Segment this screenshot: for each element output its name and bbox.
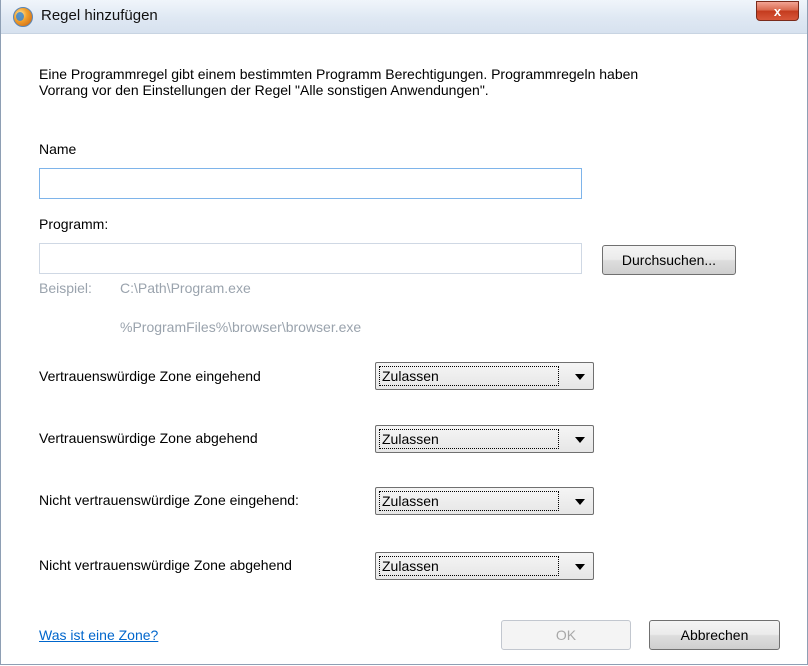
what-is-zone-link[interactable]: Was ist eine Zone? xyxy=(39,627,158,643)
example-label: Beispiel: xyxy=(39,280,92,296)
program-label: Programm: xyxy=(39,216,109,232)
zone-label-untrusted-in: Nicht vertrauenswürdige Zone eingehend: xyxy=(39,492,299,508)
name-input[interactable] xyxy=(39,168,582,199)
chevron-down-icon xyxy=(575,564,585,570)
zone-select-value: Zulassen xyxy=(379,556,559,576)
intro-text: Eine Programmregel gibt einem bestimmten… xyxy=(39,66,759,98)
cancel-button[interactable]: Abbrechen xyxy=(649,620,780,650)
chevron-down-icon xyxy=(575,374,585,380)
firewall-app-icon xyxy=(13,7,33,27)
example-path-2: %ProgramFiles%\browser\browser.exe xyxy=(120,319,362,335)
chevron-down-icon xyxy=(575,437,585,443)
close-button[interactable]: x xyxy=(756,1,799,21)
zone-select-value: Zulassen xyxy=(379,429,559,449)
chevron-down-icon xyxy=(575,499,585,505)
name-label: Name xyxy=(39,141,77,157)
intro-line-1: Eine Programmregel gibt einem bestimmten… xyxy=(39,66,639,82)
zone-select-trusted-out[interactable]: Zulassen xyxy=(375,425,594,453)
zone-select-trusted-in[interactable]: Zulassen xyxy=(375,362,594,390)
zone-select-value: Zulassen xyxy=(379,366,559,386)
title-bar[interactable]: Regel hinzufügen x xyxy=(1,0,807,34)
add-rule-dialog: Regel hinzufügen x Eine Programmregel gi… xyxy=(0,0,808,665)
intro-line-2: Vorrang vor den Einstellungen der Regel … xyxy=(39,82,489,98)
zone-label-trusted-in: Vertrauenswürdige Zone eingehend xyxy=(39,368,261,384)
zone-label-untrusted-out: Nicht vertrauenswürdige Zone abgehend xyxy=(39,557,292,573)
browse-button[interactable]: Durchsuchen... xyxy=(602,245,736,275)
zone-select-value: Zulassen xyxy=(379,491,559,511)
zone-select-untrusted-out[interactable]: Zulassen xyxy=(375,552,594,580)
zone-select-untrusted-in[interactable]: Zulassen xyxy=(375,487,594,515)
zone-label-trusted-out: Vertrauenswürdige Zone abgehend xyxy=(39,430,258,446)
program-input[interactable] xyxy=(39,243,582,274)
example-path-1: C:\Path\Program.exe xyxy=(120,280,251,296)
window-title: Regel hinzufügen xyxy=(41,7,158,24)
ok-button[interactable]: OK xyxy=(501,620,631,650)
